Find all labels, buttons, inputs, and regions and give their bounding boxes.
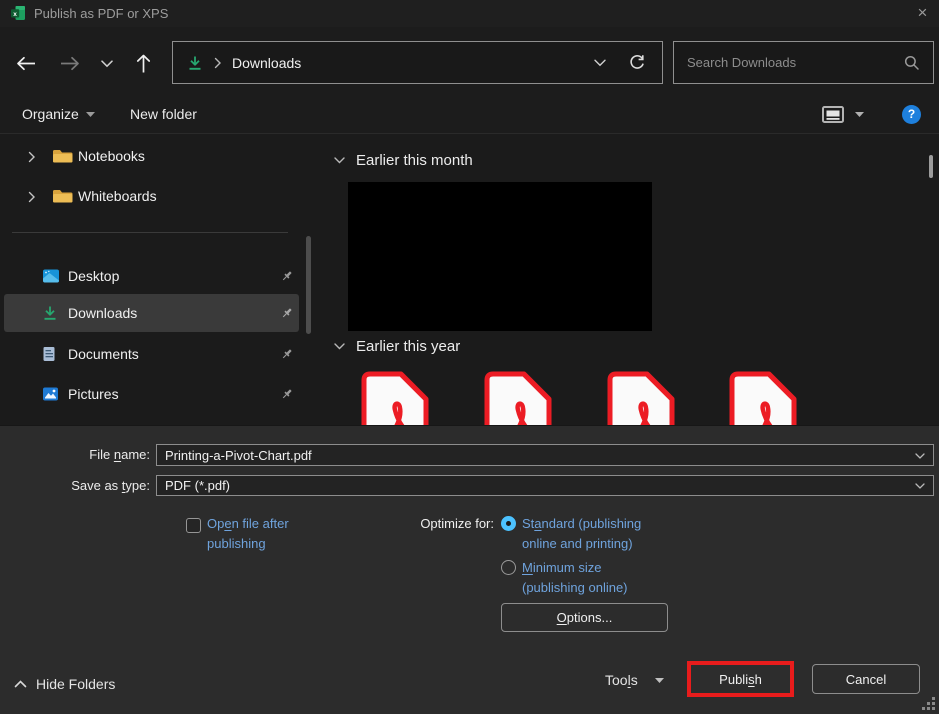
breadcrumb-location[interactable]: Downloads: [232, 55, 594, 71]
combo-chevron-icon[interactable]: [915, 483, 925, 489]
optimize-for-label: Optimize for:: [334, 514, 494, 534]
save-as-type-value: PDF (*.pdf): [157, 476, 933, 495]
chevron-up-icon: [14, 680, 27, 688]
address-bar[interactable]: Downloads: [172, 41, 663, 84]
new-folder-button[interactable]: New folder: [130, 95, 197, 133]
caret-down-icon: [86, 112, 95, 117]
downloads-location-icon: [187, 55, 203, 71]
sidebar-item-whiteboards[interactable]: Whiteboards: [4, 178, 299, 214]
folder-icon: [52, 188, 73, 204]
pin-icon: [281, 307, 293, 319]
open-after-publish-checkbox[interactable]: [186, 518, 201, 533]
hide-folders-button[interactable]: Hide Folders: [14, 674, 115, 694]
file-thumbnail[interactable]: [348, 182, 652, 331]
sidebar-divider: [12, 232, 288, 233]
publish-highlight-annotation: Publish: [687, 661, 794, 697]
expand-chevron-icon[interactable]: [28, 151, 36, 163]
hide-folders-label: Hide Folders: [36, 676, 115, 692]
downloads-icon: [42, 305, 58, 321]
expand-chevron-icon[interactable]: [28, 191, 36, 203]
publish-button[interactable]: Publish: [691, 665, 790, 693]
pin-icon: [281, 348, 293, 360]
pin-icon: [281, 270, 293, 282]
resize-grip[interactable]: [922, 697, 936, 711]
pdf-file-icon[interactable]: [479, 370, 553, 425]
pin-icon: [281, 388, 293, 400]
svg-text:x: x: [13, 11, 17, 18]
file-name-label: File name:: [0, 444, 150, 466]
sidebar-item-label: Whiteboards: [78, 178, 157, 214]
organize-label: Organize: [22, 106, 79, 122]
open-after-publish-label[interactable]: Open file after publishing: [207, 514, 337, 554]
sidebar-item-documents[interactable]: Documents: [4, 336, 299, 372]
pictures-icon: [42, 386, 59, 402]
search-icon[interactable]: [904, 55, 920, 71]
cancel-label: Cancel: [846, 672, 886, 687]
optimize-minimum-label[interactable]: Minimum size (publishing online): [522, 558, 682, 598]
sidebar-item-desktop[interactable]: Desktop: [4, 258, 299, 294]
save-as-type-select[interactable]: PDF (*.pdf): [156, 475, 934, 496]
sidebar-item-downloads[interactable]: Downloads: [4, 294, 299, 332]
navigation-pane: Notebooks Whiteboards: [0, 134, 312, 425]
optimize-standard-radio[interactable]: [501, 516, 516, 531]
optimize-standard-label[interactable]: Standard (publishing online and printing…: [522, 514, 682, 554]
pdf-file-icon[interactable]: [602, 370, 676, 425]
group-header-earlier-this-year[interactable]: Earlier this year: [334, 336, 460, 356]
close-icon[interactable]: ×: [906, 0, 939, 27]
up-icon[interactable]: [136, 53, 151, 74]
refresh-icon[interactable]: [628, 54, 646, 72]
search-box: [673, 41, 934, 84]
folder-icon: [52, 148, 73, 164]
pdf-file-icon[interactable]: [724, 370, 798, 425]
sidebar-item-pictures[interactable]: Pictures: [4, 376, 299, 412]
options-button[interactable]: Options...: [501, 603, 668, 632]
view-toggle-icon[interactable]: [822, 106, 844, 123]
file-list: Earlier this month Earlier this year: [312, 134, 939, 425]
address-dropdown-chevron-icon[interactable]: [594, 59, 606, 67]
back-icon[interactable]: [15, 56, 37, 71]
sidebar-item-label: Desktop: [68, 258, 119, 294]
cancel-button[interactable]: Cancel: [812, 664, 920, 694]
pdf-file-icon[interactable]: [356, 370, 430, 425]
search-input[interactable]: [674, 55, 904, 70]
breadcrumb-chevron-icon: [214, 57, 222, 69]
sidebar-item-label: Documents: [68, 336, 139, 372]
tools-label: Tools: [605, 672, 638, 688]
desktop-icon: [42, 268, 60, 284]
file-list-scrollbar-thumb[interactable]: [929, 155, 933, 178]
group-label: Earlier this year: [356, 338, 460, 355]
publish-as-pdf-dialog: x Publish as PDF or XPS ×: [0, 0, 939, 714]
view-options-caret-icon[interactable]: [855, 112, 864, 117]
file-name-input[interactable]: [157, 445, 897, 465]
help-button[interactable]: ?: [902, 105, 921, 124]
save-as-type-label: Save as type:: [0, 475, 150, 496]
new-folder-label: New folder: [130, 106, 197, 122]
collapse-chevron-icon[interactable]: [334, 157, 345, 164]
sidebar-item-notebooks[interactable]: Notebooks: [4, 138, 299, 174]
recent-locations-chevron-icon[interactable]: [101, 60, 113, 68]
organize-menu[interactable]: Organize: [22, 95, 95, 133]
tools-menu[interactable]: Tools: [605, 670, 664, 690]
sidebar-item-label: Notebooks: [78, 138, 145, 174]
save-options-pane: File name: Save as type: PDF (*.pdf) Ope…: [0, 425, 939, 714]
documents-icon: [42, 346, 56, 362]
forward-icon[interactable]: [59, 56, 81, 71]
group-header-earlier-this-month[interactable]: Earlier this month: [334, 150, 473, 170]
sidebar-item-label: Pictures: [68, 376, 119, 412]
sidebar-item-label: Downloads: [68, 294, 137, 332]
sidebar-scrollbar-thumb[interactable]: [306, 236, 311, 334]
window-title: Publish as PDF or XPS: [34, 0, 168, 27]
file-name-combobox[interactable]: [156, 444, 934, 466]
caret-down-icon: [655, 678, 664, 683]
title-bar: x Publish as PDF or XPS ×: [0, 0, 939, 27]
navigation-bar: Downloads: [0, 27, 939, 95]
collapse-chevron-icon[interactable]: [334, 343, 345, 350]
command-bar: Organize New folder ?: [0, 95, 939, 134]
group-label: Earlier this month: [356, 152, 473, 169]
excel-app-icon: x: [10, 5, 26, 21]
optimize-minimum-radio[interactable]: [501, 560, 516, 575]
content-area: Notebooks Whiteboards: [0, 134, 939, 425]
combo-chevron-icon[interactable]: [915, 453, 925, 459]
